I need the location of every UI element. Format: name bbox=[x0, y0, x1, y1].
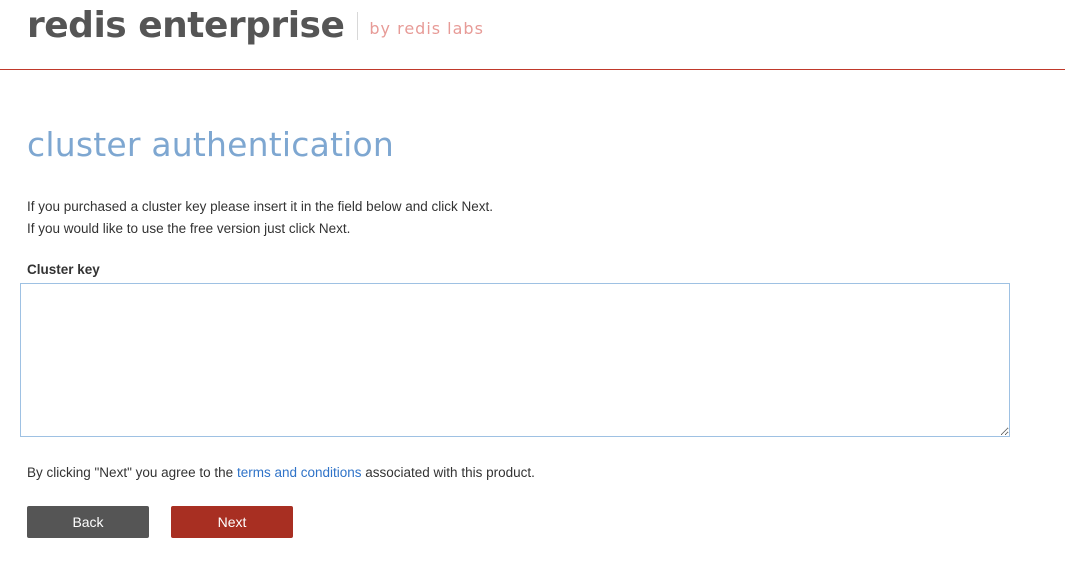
logo-main-text: redis enterprise bbox=[27, 5, 345, 46]
page-header: redis enterprise by redis labs bbox=[0, 0, 1065, 70]
page-title: cluster authentication bbox=[27, 125, 395, 164]
next-button[interactable]: Next bbox=[171, 506, 293, 538]
terms-agreement-text: By clicking "Next" you agree to the term… bbox=[27, 465, 535, 480]
intro-text-line-2: If you would like to use the free versio… bbox=[27, 221, 351, 236]
logo-sub-text: by redis labs bbox=[369, 18, 484, 38]
redis-enterprise-logo: redis enterprise by redis labs bbox=[27, 3, 484, 49]
intro-text-line-1: If you purchased a cluster key please in… bbox=[27, 199, 493, 214]
cluster-key-label: Cluster key bbox=[27, 262, 100, 277]
cluster-key-input[interactable] bbox=[20, 283, 1010, 437]
logo-divider bbox=[357, 12, 359, 40]
terms-and-conditions-link[interactable]: terms and conditions bbox=[237, 465, 362, 480]
agreement-prefix: By clicking "Next" you agree to the bbox=[27, 465, 237, 480]
back-button[interactable]: Back bbox=[27, 506, 149, 538]
agreement-suffix: associated with this product. bbox=[361, 465, 535, 480]
